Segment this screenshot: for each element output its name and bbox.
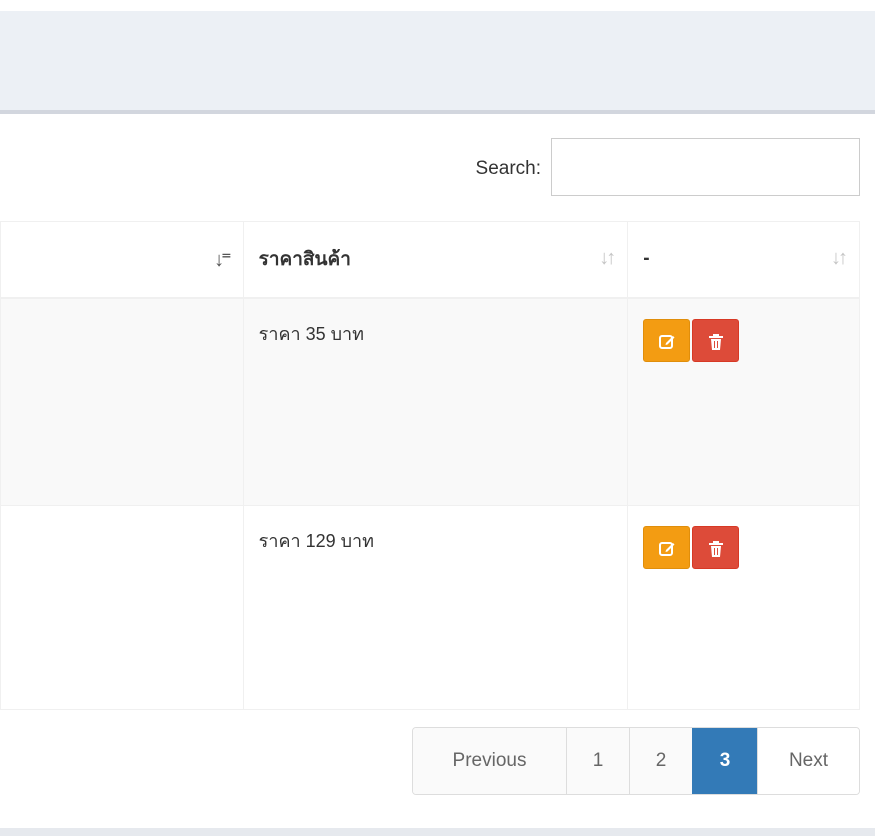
table-row: ราคา 129 บาท: [0, 505, 860, 710]
column-header-label: -: [643, 248, 650, 270]
search-label: Search:: [475, 158, 541, 179]
edit-icon: [658, 542, 675, 557]
footer-band: [0, 828, 875, 836]
column-header-label: ราคาสินค้า: [258, 249, 351, 271]
cell-name: [0, 297, 244, 506]
pagination-page-2[interactable]: 2: [629, 728, 692, 794]
pagination-page-3[interactable]: 3: [692, 728, 757, 794]
table-header-row: ↓⁼ ราคาสินค้า ↓↑ - ↓↑: [0, 221, 860, 299]
cell-actions: [627, 297, 860, 506]
sort-icon: ↓↑: [831, 247, 848, 269]
delete-button[interactable]: [692, 526, 740, 569]
pagination: Previous 1 2 3 Next: [412, 727, 860, 795]
edit-button[interactable]: [643, 318, 691, 362]
delete-button[interactable]: [692, 318, 740, 362]
trash-icon: [708, 541, 723, 558]
trash-icon: [708, 333, 723, 350]
pagination-page-1[interactable]: 1: [566, 728, 629, 794]
column-header-actions[interactable]: - ↓↑: [627, 221, 860, 299]
search-row: Search:: [0, 138, 860, 198]
search-input[interactable]: [551, 138, 860, 196]
cell-price: ราคา 35 บาท: [242, 297, 629, 506]
sort-icon: ↓↑: [599, 247, 616, 269]
column-header-name[interactable]: ↓⁼: [0, 221, 244, 299]
cell-actions: [627, 505, 860, 710]
cell-price: ราคา 129 บาท: [242, 505, 629, 710]
column-header-price[interactable]: ราคาสินค้า ↓↑: [242, 221, 629, 299]
products-table: ↓⁼ ราคาสินค้า ↓↑ - ↓↑ ราคา 35 บาท ราคา 1…: [0, 221, 860, 710]
edit-button[interactable]: [643, 526, 691, 569]
pagination-next[interactable]: Next: [757, 728, 859, 794]
sort-amount-desc-icon: ↓⁼: [214, 249, 231, 271]
edit-icon: [658, 334, 675, 349]
cell-name: [0, 505, 244, 710]
content-header-band: [0, 11, 875, 114]
table-row: ราคา 35 บาท: [0, 297, 860, 506]
pagination-previous[interactable]: Previous: [413, 728, 566, 794]
